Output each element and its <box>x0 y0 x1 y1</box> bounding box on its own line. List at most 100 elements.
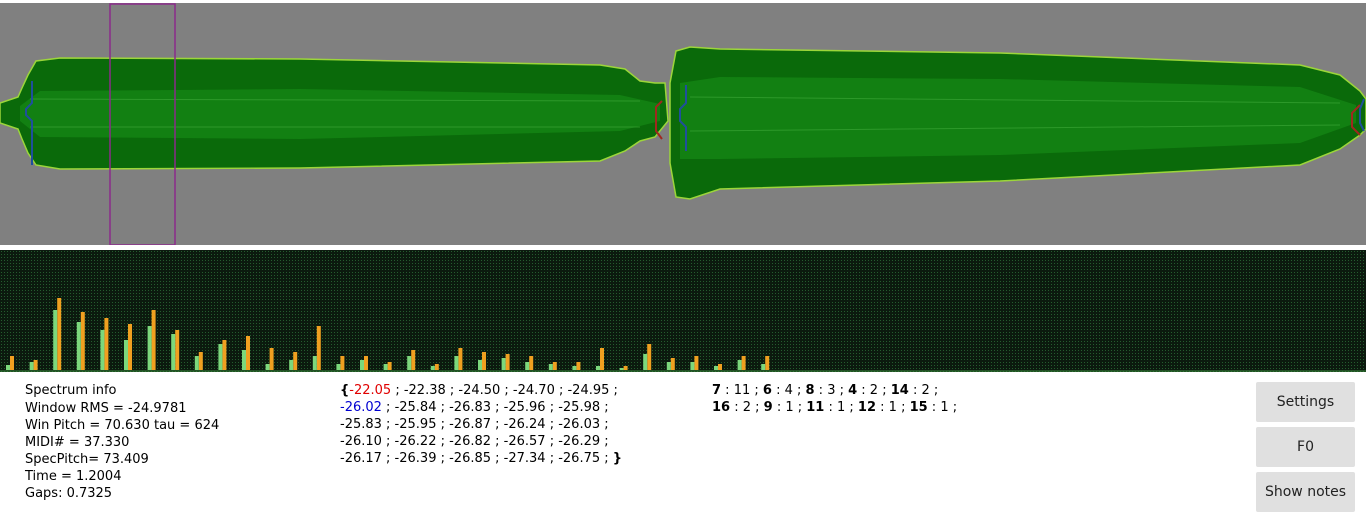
spectrum-view <box>0 250 1366 372</box>
spectrum-bar-green <box>312 356 317 370</box>
time-readout: Time = 1.2004 <box>25 469 122 484</box>
levels-row-2: -26.02 ; -25.84 ; -26.83 ; -25.96 ; -25.… <box>340 399 622 416</box>
spectrum-bar-green <box>336 364 341 370</box>
counts-row-1: 7 : 11 ; 6 : 4 ; 8 : 3 ; 4 : 2 ; 14 : 2 … <box>712 382 957 399</box>
spectrum-bar-orange <box>10 356 14 370</box>
count-value: : 2 ; <box>908 383 939 398</box>
count-value: : 11 ; <box>721 383 763 398</box>
waveform-view[interactable] <box>0 3 1366 245</box>
show-notes-button[interactable]: Show notes <box>1256 472 1355 512</box>
spectrum-bar-green <box>242 350 246 370</box>
count-key: 14 <box>890 383 909 398</box>
spectrum-bar-orange <box>529 356 534 370</box>
count-value: : 3 ; <box>814 383 849 398</box>
count-key: 8 <box>805 383 815 398</box>
spectrum-bar-orange <box>505 354 510 370</box>
spectrum-bar-orange <box>741 356 746 370</box>
spectrum-bar-orange <box>246 336 250 370</box>
spectrum-bar-orange <box>647 344 652 370</box>
spectrum-bar-green <box>478 360 482 370</box>
count-value: : 1 ; <box>927 400 958 415</box>
spectrum-info-title: Spectrum info <box>25 383 117 398</box>
spectrum-canvas <box>0 250 1366 372</box>
spectrum-bar-orange <box>600 348 604 370</box>
win-pitch-readout: Win Pitch = 70.630 tau = 624 <box>25 418 220 433</box>
spectrum-bar-orange <box>552 362 557 370</box>
spectrum-bar-green <box>525 362 530 370</box>
levels-row-2-rest: ; -25.84 ; -26.83 ; -25.96 ; -25.98 ; <box>381 400 609 415</box>
count-key: 12 <box>857 400 877 415</box>
spectrum-bar-green <box>548 364 553 370</box>
spectrum-bar-orange <box>576 362 581 370</box>
count-key: 7 <box>712 383 722 398</box>
count-key: 11 <box>806 400 825 415</box>
levels-row-1: {-22.05 ; -22.38 ; -24.50 ; -24.70 ; -24… <box>340 382 622 399</box>
spectrum-bar-orange <box>33 360 38 370</box>
spectrum-bar-green <box>76 322 81 370</box>
count-value: : 1 ; <box>824 400 858 415</box>
count-key: 15 <box>909 400 928 415</box>
count-key: 4 <box>848 383 858 398</box>
spectrum-bar-orange <box>364 356 368 370</box>
spectrum-bar-green <box>53 310 58 370</box>
count-value: : 4 ; <box>771 383 806 398</box>
spectrum-bar-green <box>124 340 128 370</box>
count-value: : 1 ; <box>876 400 910 415</box>
levels-row-3: -25.83 ; -25.95 ; -26.87 ; -26.24 ; -26.… <box>340 417 609 432</box>
spectrum-bar-orange <box>316 326 321 370</box>
spectrum-bar-orange <box>765 356 770 370</box>
spectrum-bar-orange <box>175 330 180 370</box>
spec-pitch-readout: SpecPitch= 73.409 <box>25 452 149 467</box>
spectrum-grid <box>0 250 1366 372</box>
levels-row-5: -26.17 ; -26.39 ; -26.85 ; -27.34 ; -26.… <box>340 450 622 467</box>
spectrum-bar-green <box>218 344 223 370</box>
waveform-segment-1-inner <box>20 89 660 139</box>
spectrum-bar-orange <box>57 298 62 370</box>
spectrum-bar-orange <box>694 356 699 370</box>
spectrum-bar-green <box>100 330 105 370</box>
spectrum-bar-orange <box>434 364 439 370</box>
count-key: 6 <box>762 383 772 398</box>
spectrum-bar-green <box>596 366 600 370</box>
spectrum-bar-green <box>6 365 10 370</box>
waveform-canvas[interactable] <box>0 3 1366 245</box>
count-key: 16 <box>712 400 731 415</box>
spectrum-bar-orange <box>458 348 463 370</box>
spectrum-bar-orange <box>104 318 109 370</box>
spectrum-bar-orange <box>151 310 156 370</box>
spectrum-bar-green <box>737 360 742 370</box>
levels-close-brace: } <box>612 451 623 466</box>
spectrum-bar-orange <box>623 366 628 370</box>
f0-button[interactable]: F0 <box>1256 427 1355 467</box>
spectrum-bar-green <box>501 358 506 370</box>
spectrum-bar-green <box>666 362 671 370</box>
spectrum-bar-green <box>194 356 199 370</box>
window-rms-readout: Window RMS = -24.9781 <box>25 401 187 416</box>
spectrum-bar-green <box>360 360 364 370</box>
spectrum-bar-green <box>761 364 766 370</box>
spectrum-bar-green <box>289 360 294 370</box>
settings-button[interactable]: Settings <box>1256 382 1355 422</box>
levels-open-brace: { <box>340 383 350 398</box>
spectrum-bar-orange <box>222 340 227 370</box>
spectrum-bar-orange <box>718 364 722 370</box>
spectrum-bar-orange <box>387 362 392 370</box>
spectrum-bar-green <box>407 356 412 370</box>
spectrum-bar-green <box>454 356 459 370</box>
spectrum-bar-green <box>383 364 388 370</box>
spectrum-bar-green <box>714 366 718 370</box>
spectrum-bar-green <box>430 366 435 370</box>
count-key: 9 <box>763 400 773 415</box>
spectrum-bar-orange <box>293 352 298 370</box>
spectrum-bar-green <box>265 364 270 370</box>
counts-row-2: 16 : 2 ; 9 : 1 ; 11 : 1 ; 12 : 1 ; 15 : … <box>712 399 957 416</box>
levels-row-4: -26.10 ; -26.22 ; -26.82 ; -26.57 ; -26.… <box>340 434 609 449</box>
count-value: : 2 ; <box>730 400 764 415</box>
levels-row-1-rest: ; -22.38 ; -24.50 ; -24.70 ; -24.95 ; <box>391 383 618 398</box>
count-value: : 2 ; <box>857 383 891 398</box>
spectrum-bar-green <box>619 368 624 370</box>
midi-readout: MIDI# = 37.330 <box>25 435 130 450</box>
spectrum-bar-orange <box>269 348 274 370</box>
levels-row-5-text: -26.17 ; -26.39 ; -26.85 ; -27.34 ; -26.… <box>340 451 613 466</box>
spectrum-bar-orange <box>670 358 675 370</box>
